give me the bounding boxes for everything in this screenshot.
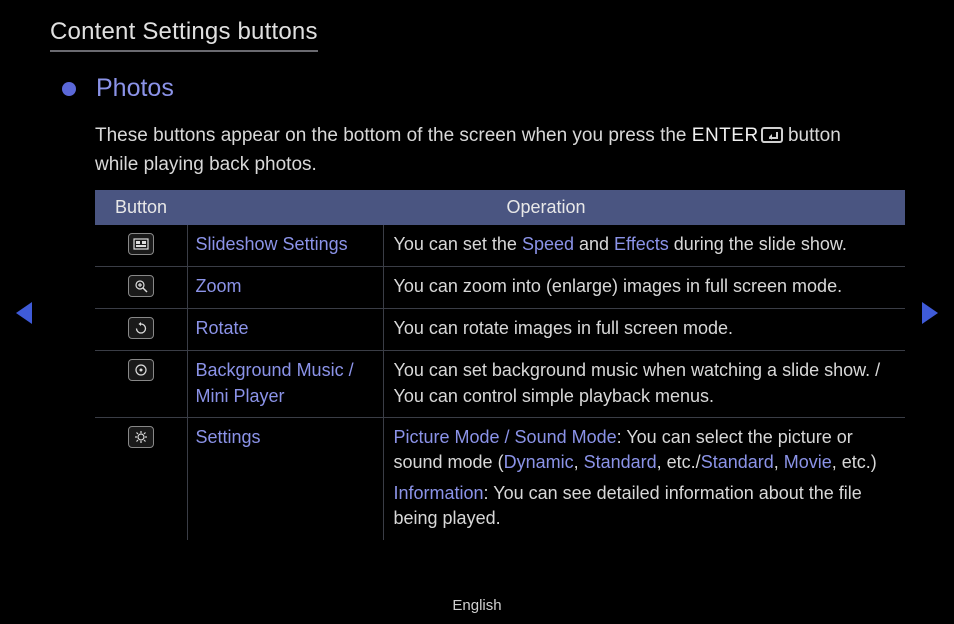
table-row: Background Music / Mini Player You can s… (95, 351, 905, 417)
th-operation: Operation (187, 190, 905, 225)
op-highlight: Effects (614, 234, 669, 254)
button-icon-cell (95, 225, 187, 267)
button-operation: You can set the Speed and Effects during… (383, 225, 905, 267)
op-highlight: Standard (701, 452, 774, 472)
prev-page-arrow[interactable] (16, 302, 32, 324)
op-highlight: Dynamic (504, 452, 574, 472)
next-page-arrow[interactable] (922, 302, 938, 324)
button-icon-cell (95, 417, 187, 539)
button-name: Rotate (187, 309, 383, 351)
table-row: Slideshow Settings You can set the Speed… (95, 225, 905, 267)
button-name: Slideshow Settings (187, 225, 383, 267)
op-highlight: Picture Mode / Sound Mode (394, 427, 617, 447)
op-text: during the slide show. (669, 234, 847, 254)
section-title: Photos (96, 74, 174, 103)
rotate-icon (128, 317, 154, 339)
button-operation: Picture Mode / Sound Mode: You can selec… (383, 417, 905, 539)
buttons-table: Button Operation Slideshow Settings You … (95, 190, 905, 540)
table-row: Zoom You can zoom into (enlarge) images … (95, 267, 905, 309)
button-name: Background Music / Mini Player (187, 351, 383, 417)
op-text: , (574, 452, 584, 472)
op-highlight: Speed (522, 234, 574, 254)
button-operation: You can zoom into (enlarge) images in fu… (383, 267, 905, 309)
op-text: , (774, 452, 784, 472)
button-operation: You can rotate images in full screen mod… (383, 309, 905, 351)
op-text: You can set the (394, 234, 522, 254)
settings-icon (128, 426, 154, 448)
op-highlight: Information (394, 483, 484, 503)
footer-language: English (0, 597, 954, 614)
th-button: Button (95, 190, 187, 225)
section-header: Photos (62, 74, 904, 103)
button-icon-cell (95, 309, 187, 351)
table-row: Settings Picture Mode / Sound Mode: You … (95, 417, 905, 539)
button-operation: You can set background music when watchi… (383, 351, 905, 417)
button-name: Zoom (187, 267, 383, 309)
enter-icon (761, 127, 783, 143)
bullet-icon (62, 82, 76, 96)
op-text: and (574, 234, 614, 254)
page-title: Content Settings buttons (50, 18, 318, 52)
intro-part1: These buttons appear on the bottom of th… (95, 125, 692, 146)
slideshow-settings-icon (128, 233, 154, 255)
button-icon-cell (95, 351, 187, 417)
op-text: , etc.) (832, 452, 877, 472)
intro-text: These buttons appear on the bottom of th… (95, 121, 874, 180)
table-row: Rotate You can rotate images in full scr… (95, 309, 905, 351)
enter-label: ENTER (692, 125, 759, 146)
button-icon-cell (95, 267, 187, 309)
button-name: Settings (187, 417, 383, 539)
op-highlight: Standard (584, 452, 657, 472)
op-text: , etc./ (657, 452, 701, 472)
zoom-icon (128, 275, 154, 297)
music-icon (128, 359, 154, 381)
op-highlight: Movie (784, 452, 832, 472)
